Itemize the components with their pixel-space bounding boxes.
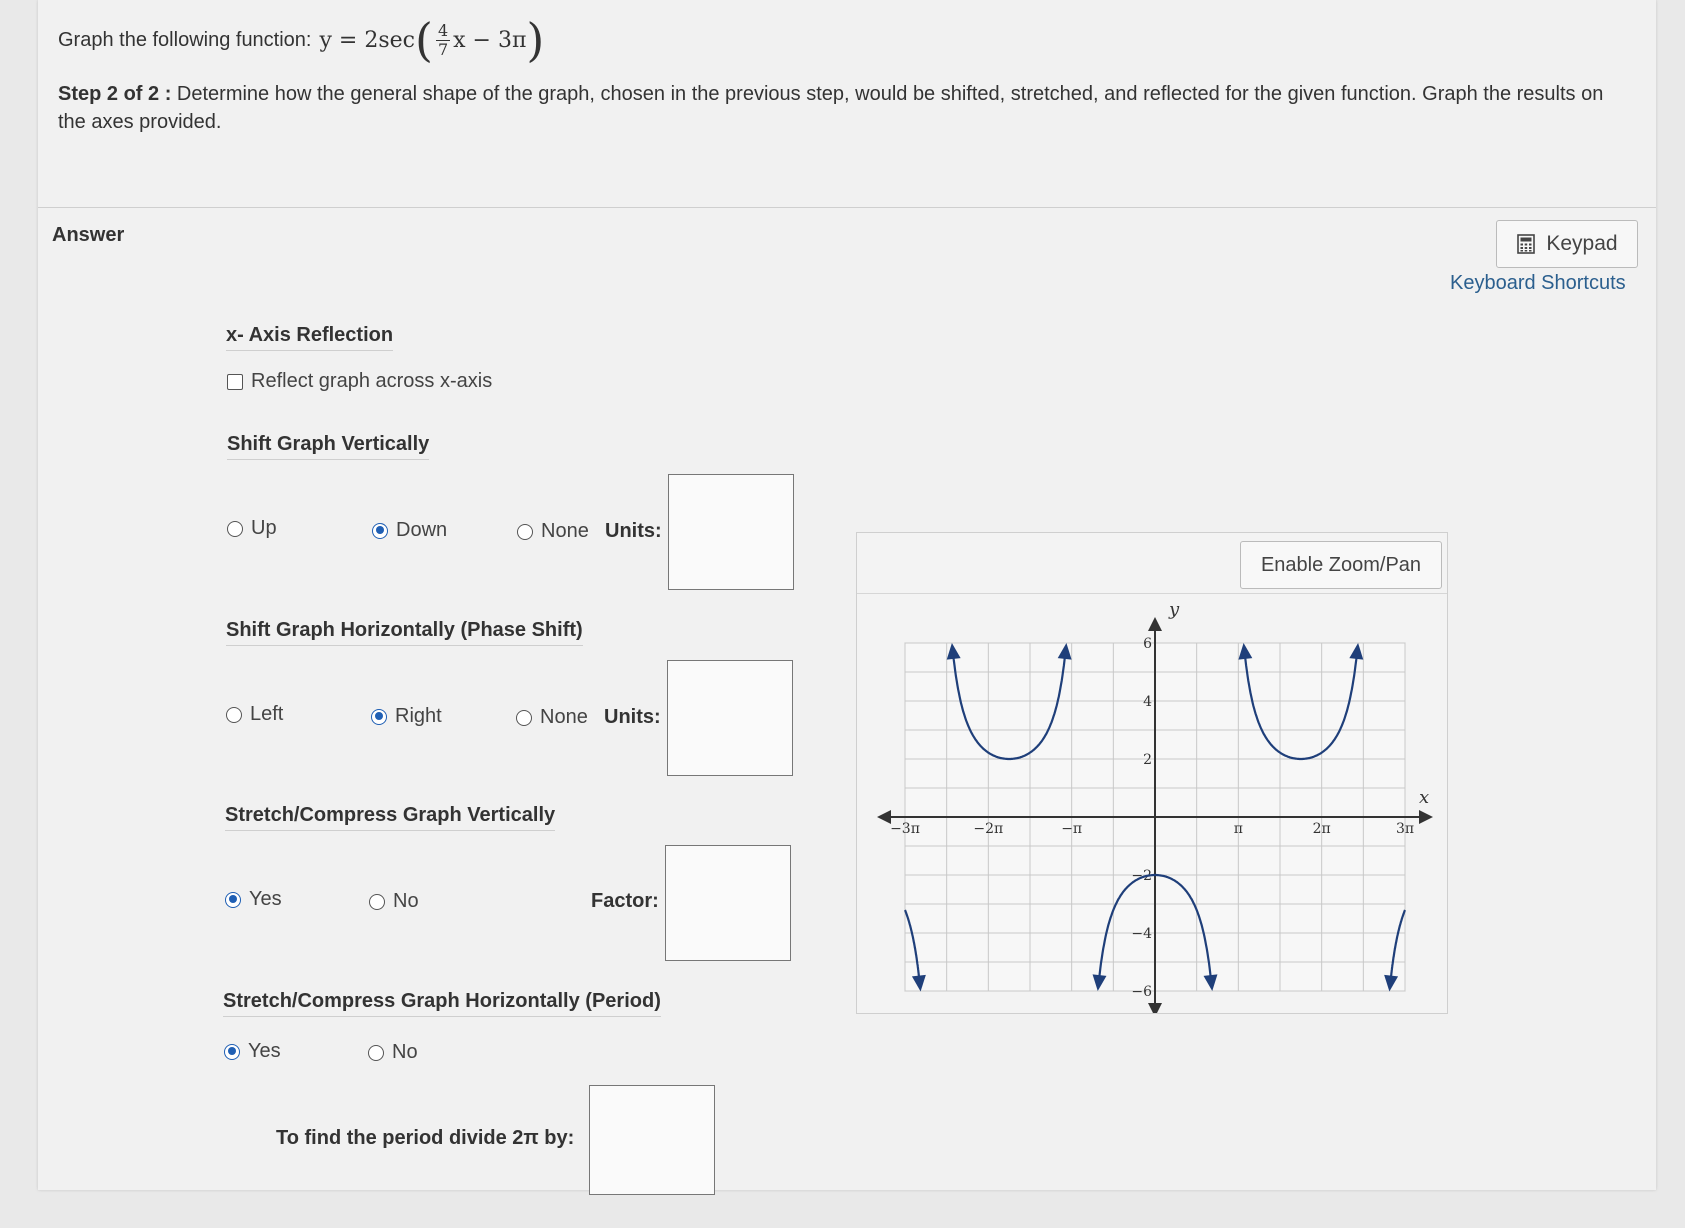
radio-right-label: Right [395,705,442,727]
radio-none-horizontal-label: None [540,706,588,728]
graph-canvas[interactable]: xy−3π −2π −π π 2π 3π642−2−4−6 [857,593,1447,1013]
y-tick-label: 2 [1143,752,1152,768]
factor-label: Factor: [591,890,659,912]
question-page: Graph the following function: y = 2sec (… [38,0,1656,1195]
reflect-checkbox-option[interactable]: Reflect graph across x-axis [227,370,492,393]
y-axis-arrow-down [1148,1003,1162,1013]
factor-input[interactable] [665,845,791,961]
horizontal-stretch-title: Stretch/Compress Graph Horizontally (Per… [223,990,661,1017]
keypad-label: Keypad [1546,232,1618,255]
period-input[interactable] [589,1085,715,1195]
y-tick-label: 6 [1143,636,1152,652]
function-suffix: x − 3π [453,27,527,53]
period-label: To find the period divide 2π by: [276,1127,575,1149]
fraction: 4 7 [435,20,451,59]
reflection-title: x- Axis Reflection [226,324,394,351]
x-axis-arrow-right [1419,810,1433,824]
radio-vertical-yes[interactable] [225,891,241,908]
radio-vertical-no[interactable] [369,893,385,910]
vertical-shift-down-option[interactable]: Down [372,519,447,542]
horizontal-stretch-no-option[interactable]: No [368,1041,418,1064]
x-axis-arrow-left [877,810,891,824]
x-tick-label: 3π [1396,821,1414,837]
calculator-icon [1517,234,1536,254]
step-text: Determine how the general shape of the g… [58,83,1604,133]
enable-zoom-pan-button[interactable]: Enable Zoom/Pan [1240,541,1442,589]
radio-left-label: Left [250,703,284,725]
vertical-shift-up-option[interactable]: Up [227,517,277,540]
fraction-numerator: 4 [435,20,451,41]
left-paren: ( [414,13,433,67]
reflect-checkbox-label: Reflect graph across x-axis [251,370,493,392]
function-expression: y = 2sec ( 4 7 x − 3π ) [319,13,545,67]
vertical-units-input[interactable] [668,474,794,590]
radio-none-horizontal[interactable] [516,709,532,726]
function-prefix: y = 2sec [319,27,415,53]
x-axis-label: x [1419,787,1429,808]
keyboard-shortcuts-link[interactable]: Keyboard Shortcuts [1450,272,1626,295]
radio-vertical-yes-label: Yes [249,888,282,910]
radio-up[interactable] [227,520,243,537]
right-paren: ) [526,13,545,67]
section-divider [38,207,1656,208]
radio-down-label: Down [396,519,448,541]
vertical-stretch-no-option[interactable]: No [369,890,419,913]
y-axis-arrow-up [1148,617,1162,631]
vertical-units-label: Units: [605,520,662,542]
fraction-denominator: 7 [437,39,449,59]
radio-up-label: Up [251,517,277,539]
step-label: Step 2 of 2 : [58,83,172,105]
radio-down[interactable] [372,522,388,539]
vertical-shift-title: Shift Graph Vertically [227,433,430,460]
keypad-button[interactable]: Keypad [1496,220,1638,268]
y-tick-label: 4 [1143,694,1152,710]
question-area: Graph the following function: y = 2sec (… [58,13,1618,136]
x-tick-label: −2π [973,821,1003,837]
vertical-stretch-title: Stretch/Compress Graph Vertically [225,804,556,831]
x-tick-label: −π [1061,821,1082,837]
horizontal-shift-title: Shift Graph Horizontally (Phase Shift) [226,619,583,646]
radio-horizontal-no-label: No [392,1041,418,1063]
radio-horizontal-yes-label: Yes [248,1040,281,1062]
x-tick-label: −3π [890,821,920,837]
question-prompt: Graph the following function: [58,28,312,51]
x-tick-label: π [1234,821,1243,837]
radio-right[interactable] [371,708,387,725]
graph-toolbar: Enable Zoom/Pan [857,533,1447,594]
radio-left[interactable] [226,706,242,723]
y-tick-label: −6 [1131,984,1152,1000]
step-instructions: Step 2 of 2 : Determine how the general … [58,80,1618,136]
y-tick-label: −4 [1131,926,1152,942]
reflect-checkbox[interactable] [227,373,243,390]
horizontal-shift-right-option[interactable]: Right [371,705,442,728]
horizontal-units-label: Units: [604,706,661,728]
radio-horizontal-yes[interactable] [224,1043,240,1060]
horizontal-shift-none-option[interactable]: None [516,706,588,729]
radio-none-vertical[interactable] [517,523,533,540]
horizontal-stretch-yes-option[interactable]: Yes [224,1040,281,1063]
radio-vertical-no-label: No [393,890,419,912]
graph-panel: Enable Zoom/Pan x y −3π −2π −π π 2π 3π 6 4 2 −2 −4 −6 [856,532,1448,1014]
vertical-stretch-yes-option[interactable]: Yes [225,888,282,911]
y-axis-label: y [1168,599,1180,620]
answer-label: Answer [52,224,125,246]
vertical-shift-none-option[interactable]: None [517,520,589,543]
horizontal-shift-left-option[interactable]: Left [226,703,283,726]
radio-none-vertical-label: None [541,520,589,542]
question-prompt-line: Graph the following function: y = 2sec (… [58,13,1618,67]
x-tick-label: 2π [1313,821,1331,837]
horizontal-units-input[interactable] [667,660,793,776]
radio-horizontal-no[interactable] [368,1044,384,1061]
